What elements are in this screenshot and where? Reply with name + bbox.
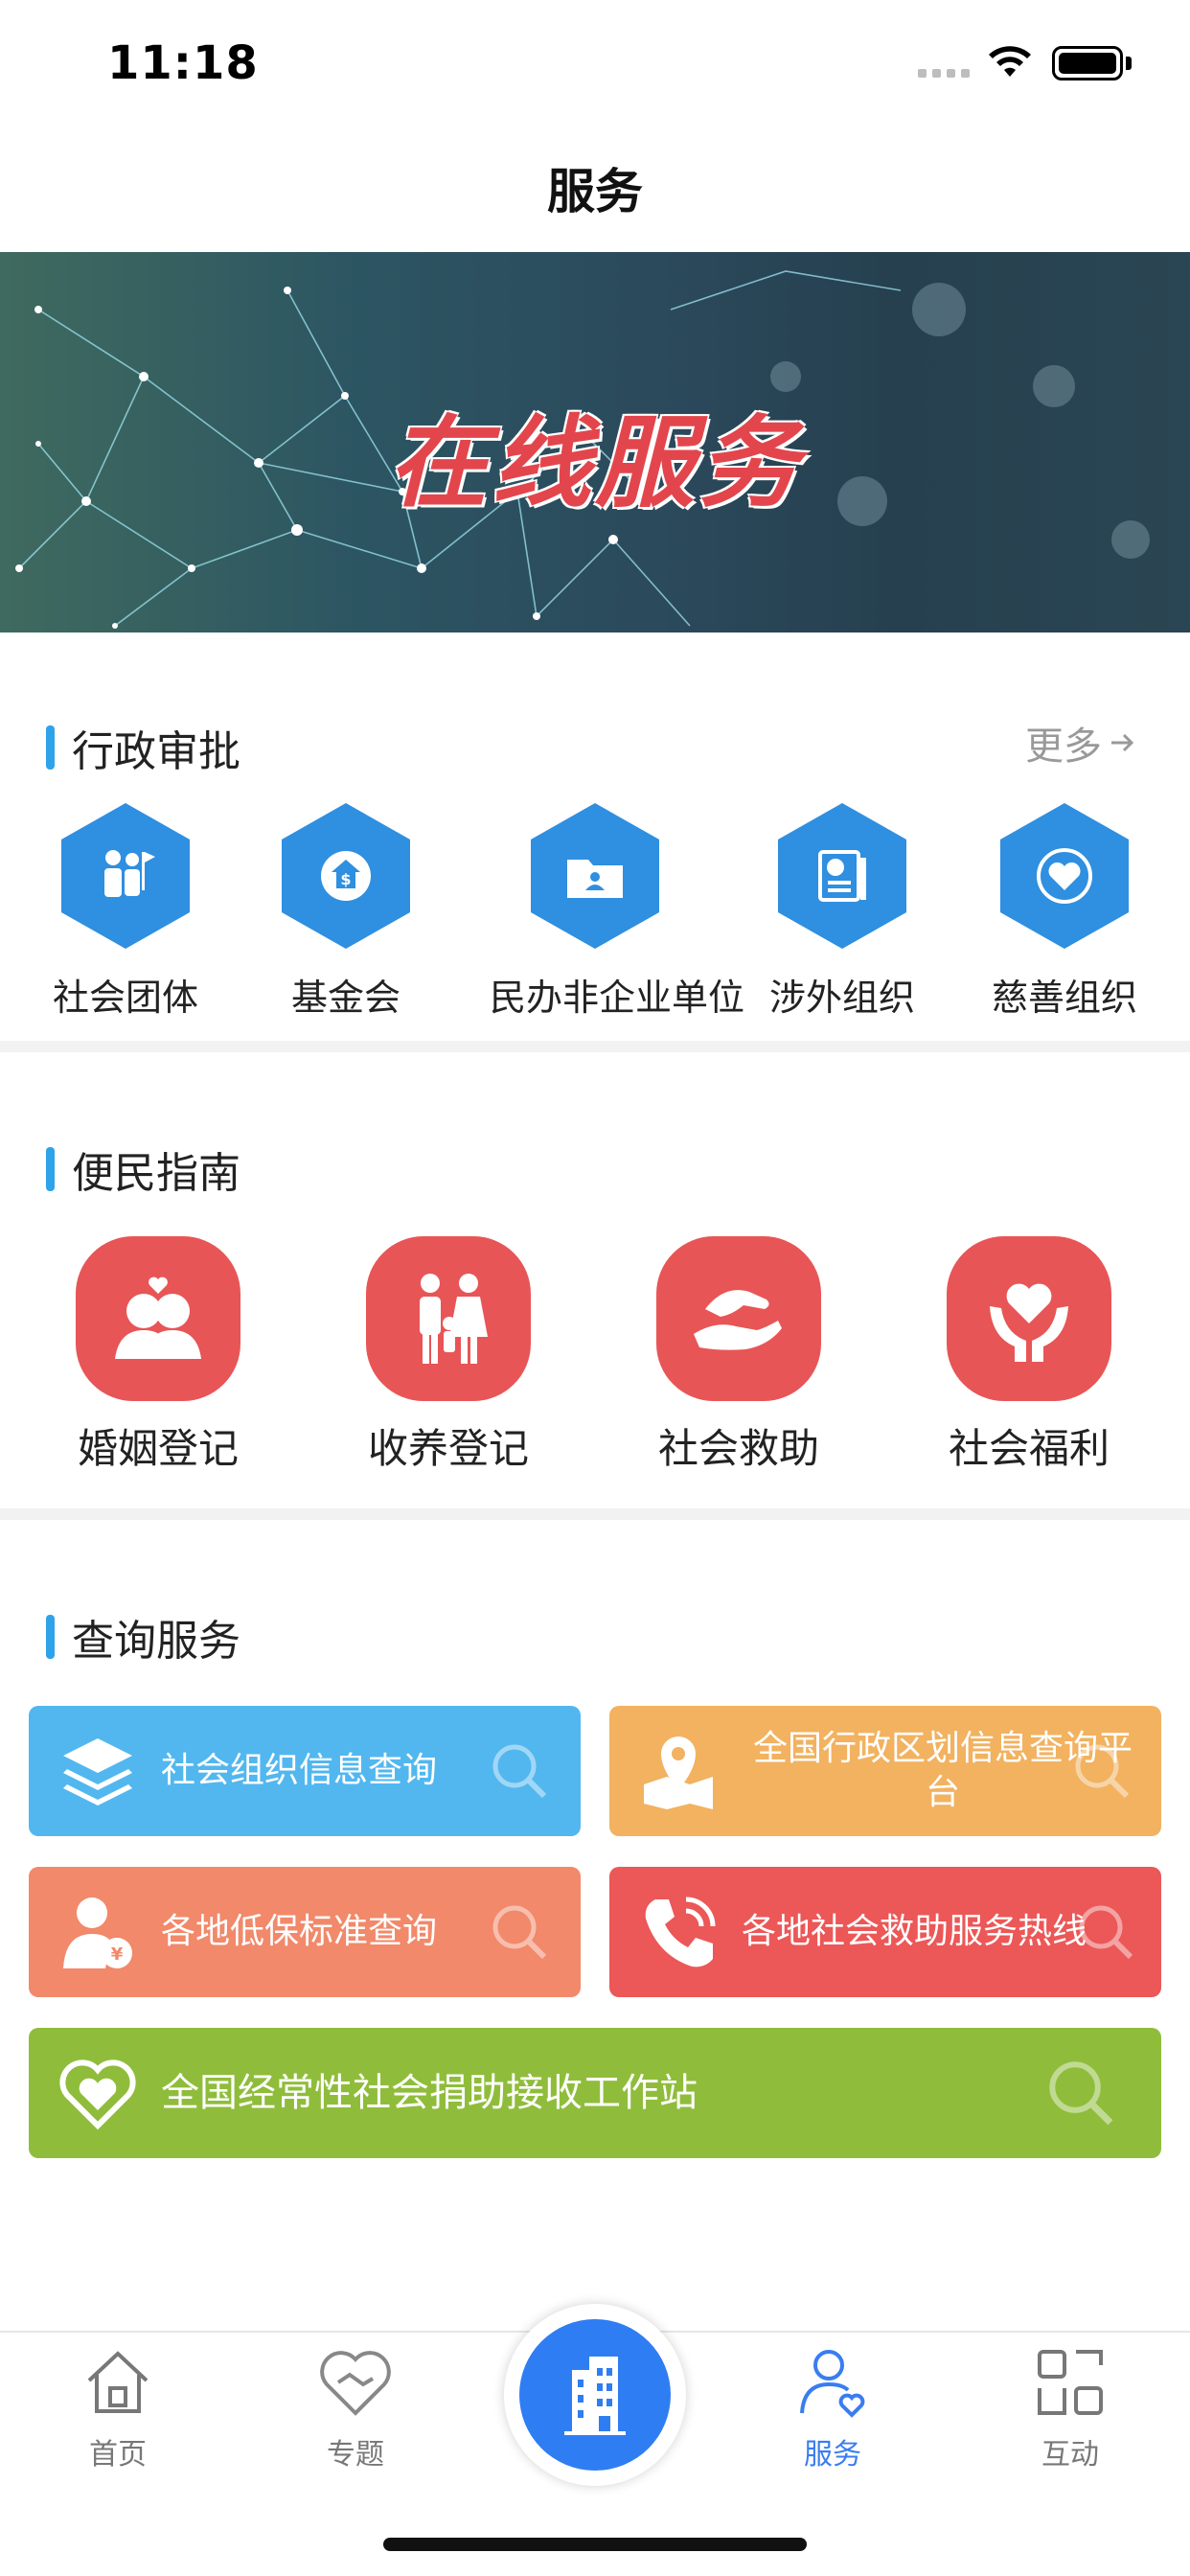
status-time: 11:18 (107, 36, 259, 90)
search-icon (492, 1744, 547, 1799)
tab-topics[interactable]: 专题 (284, 2346, 427, 2472)
guide-item-marriage[interactable]: 婚姻登记 (43, 1236, 273, 1475)
folder-person-icon (531, 803, 659, 949)
home-icon (87, 2351, 149, 2413)
section-accent-bar (46, 725, 55, 770)
tab-interaction[interactable]: 互动 (998, 2346, 1142, 2472)
tab-label: 专题 (327, 2438, 384, 2472)
map-pin-icon (644, 1736, 713, 1809)
hands-heart-icon (947, 1236, 1111, 1401)
admin-item-private-nonenterprise[interactable]: 民办非企业单位 (490, 803, 745, 1021)
battery-icon (1052, 46, 1123, 80)
helping-hands-icon (656, 1236, 821, 1401)
home-indicator[interactable] (383, 2538, 807, 2551)
section-header-query: 查询服务 (46, 1606, 240, 1668)
query-card-donation-station[interactable]: 全国经常性社会捐助接收工作站 (29, 2028, 1161, 2158)
guide-item-label: 社会救助 (657, 1425, 819, 1472)
person-coin-icon: ¥ (63, 1898, 132, 1968)
guide-item-social-welfare[interactable]: 社会福利 (914, 1236, 1144, 1475)
admin-item-label: 慈善组织 (991, 977, 1137, 1019)
tab-label: 服务 (804, 2438, 861, 2472)
search-icon (1075, 1744, 1130, 1799)
section-title: 便民指南 (72, 1149, 240, 1198)
page-title: 服务 (547, 164, 643, 219)
section-divider (0, 1041, 1190, 1052)
money-house-icon: $ (282, 803, 410, 949)
wifi-icon (989, 46, 1031, 77)
layers-icon (63, 1738, 132, 1806)
admin-item-foreign-orgs[interactable]: 涉外组织 (737, 803, 948, 1021)
admin-item-charity-orgs[interactable]: 慈善组织 (959, 803, 1170, 1021)
more-link[interactable]: 更多 (1025, 715, 1136, 770)
banner-title: 在线服务 (387, 404, 802, 521)
section-divider (0, 1508, 1190, 1520)
query-card-label: 社会组织信息查询 (161, 1751, 438, 1790)
section-accent-bar (46, 1147, 55, 1191)
query-card-assistance-hotline[interactable]: 各地社会救助服务热线 (609, 1867, 1161, 1997)
signal-icon (918, 69, 970, 78)
query-card-admin-division[interactable]: 全国行政区划信息查询平台 (609, 1706, 1161, 1836)
section-accent-bar (46, 1615, 55, 1659)
admin-item-label: 涉外组织 (768, 977, 915, 1019)
search-icon (1049, 2061, 1113, 2126)
svg-text:$: $ (340, 870, 351, 888)
admin-item-label: 基金会 (290, 977, 400, 1019)
admin-item-social-groups[interactable]: 社会团体 (20, 803, 231, 1021)
query-card-min-living-standard[interactable]: ¥ 各地低保标准查询 (29, 1867, 581, 1997)
guide-item-label: 婚姻登记 (77, 1425, 239, 1472)
family-icon (366, 1236, 531, 1401)
query-card-social-org-info[interactable]: 社会组织信息查询 (29, 1706, 581, 1836)
admin-item-label: 社会团体 (52, 977, 198, 1019)
guide-item-label: 收养登记 (367, 1425, 529, 1472)
status-bar: 11:18 (0, 0, 1190, 125)
guide-item-adoption[interactable]: 收养登记 (333, 1236, 563, 1475)
building-icon (564, 2357, 626, 2435)
more-label: 更多 (1025, 724, 1102, 769)
section-title: 行政审批 (72, 727, 240, 776)
center-tab-button[interactable] (519, 2319, 671, 2471)
section-header-guide: 便民指南 (46, 1138, 240, 1200)
handshake-heart-icon (320, 2351, 391, 2416)
phone-icon (645, 1897, 716, 1967)
tab-services[interactable]: 服务 (761, 2346, 904, 2472)
guide-item-social-assistance[interactable]: 社会救助 (624, 1236, 854, 1475)
query-card-label: 各地低保标准查询 (161, 1912, 438, 1951)
tab-label: 互动 (1041, 2438, 1099, 2472)
banner[interactable]: 在线服务 (0, 252, 1190, 632)
section-title: 查询服务 (72, 1617, 240, 1666)
arrow-right-icon (1111, 733, 1134, 752)
admin-item-foundation[interactable]: $ 基金会 (240, 803, 451, 1021)
tab-home[interactable]: 首页 (46, 2346, 190, 2472)
section-header-admin: 行政审批 (46, 717, 240, 778)
query-card-label: 全国经常性社会捐助接收工作站 (161, 2071, 698, 2115)
search-icon (492, 1905, 547, 1960)
heart-outline-icon (59, 2059, 136, 2130)
tab-label: 首页 (89, 2438, 147, 2472)
grid-icon (1038, 2350, 1103, 2415)
user-heart-icon (800, 2350, 865, 2418)
admin-item-label: 民办非企业单位 (490, 977, 745, 1019)
guide-item-label: 社会福利 (948, 1425, 1110, 1472)
couple-heart-icon (76, 1236, 240, 1401)
search-icon (1079, 1905, 1133, 1960)
heart-icon (1000, 803, 1129, 949)
globe-document-icon (778, 803, 906, 949)
svg-text:¥: ¥ (111, 1944, 124, 1965)
people-flag-icon (61, 803, 190, 949)
